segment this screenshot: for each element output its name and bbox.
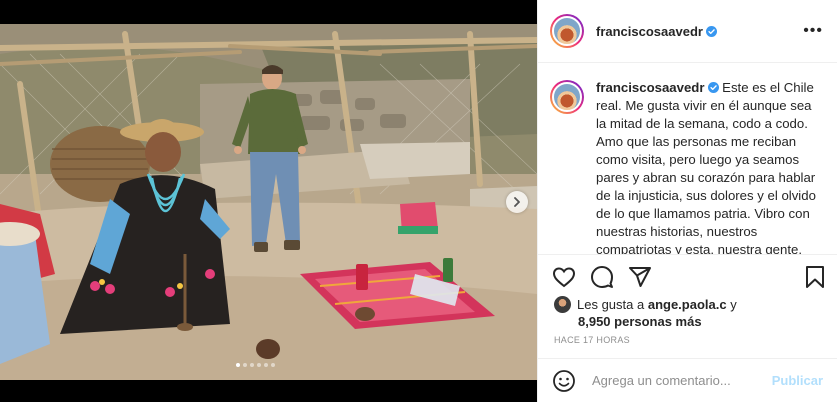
avatar-image xyxy=(552,82,582,112)
caption-avatar[interactable] xyxy=(550,80,584,114)
author-username-text: franciscosaavedr xyxy=(596,23,703,39)
author-username[interactable]: franciscosaavedr xyxy=(596,24,717,39)
post-media xyxy=(0,0,537,402)
save-button[interactable] xyxy=(803,265,827,289)
comment-input[interactable] xyxy=(590,372,764,389)
like-button[interactable] xyxy=(552,265,576,289)
caption-username[interactable]: franciscosaavedr xyxy=(596,80,705,95)
carousel-indicator xyxy=(236,363,275,367)
likes-summary: Les gusta a ange.paola.c y 8,950 persona… xyxy=(554,296,824,330)
action-bar xyxy=(538,254,837,298)
emoji-button[interactable] xyxy=(552,369,576,393)
comment-button[interactable] xyxy=(590,265,614,289)
carousel-dot xyxy=(243,363,247,367)
caption: franciscosaavedr Este es el Chile real. … xyxy=(596,79,823,254)
share-icon xyxy=(629,266,651,287)
heart-icon xyxy=(552,266,576,287)
instagram-post: franciscosaavedr ••• franciscosaavedr Es… xyxy=(0,0,837,402)
more-options-button[interactable]: ••• xyxy=(803,23,823,39)
post-header: franciscosaavedr ••• xyxy=(538,0,837,63)
likes-prefix: Les gusta a xyxy=(577,297,645,312)
publish-button[interactable]: Publicar xyxy=(772,373,823,388)
post-sidebar: franciscosaavedr ••• franciscosaavedr Es… xyxy=(537,0,837,402)
liker-avatar[interactable] xyxy=(554,296,571,313)
carousel-dot xyxy=(257,363,261,367)
comment-icon xyxy=(591,265,613,288)
likes-count[interactable]: 8,950 personas más xyxy=(578,313,824,330)
bookmark-icon xyxy=(806,265,824,288)
carousel-next-button[interactable] xyxy=(506,191,528,213)
carousel-dot xyxy=(264,363,268,367)
caption-body: Este es el Chile real. Me gusta vivir en… xyxy=(596,80,816,254)
avatar-image xyxy=(552,16,582,46)
likes-and: y xyxy=(730,297,737,312)
verified-icon xyxy=(705,25,717,37)
caption-section: franciscosaavedr Este es el Chile real. … xyxy=(538,64,837,254)
emoji-icon xyxy=(553,369,575,392)
author-avatar[interactable] xyxy=(550,14,584,48)
carousel-dot xyxy=(250,363,254,367)
comment-form: Publicar xyxy=(538,358,837,402)
post-timestamp[interactable]: HACE 17 HORAS xyxy=(554,335,630,345)
post-photo[interactable] xyxy=(0,24,537,380)
share-button[interactable] xyxy=(628,265,652,289)
carousel-dot xyxy=(236,363,240,367)
chevron-right-icon xyxy=(514,197,520,207)
liked-by-username[interactable]: ange.paola.c xyxy=(648,297,727,312)
verified-icon xyxy=(707,82,719,93)
more-icon: ••• xyxy=(803,22,823,39)
carousel-dot xyxy=(271,363,275,367)
